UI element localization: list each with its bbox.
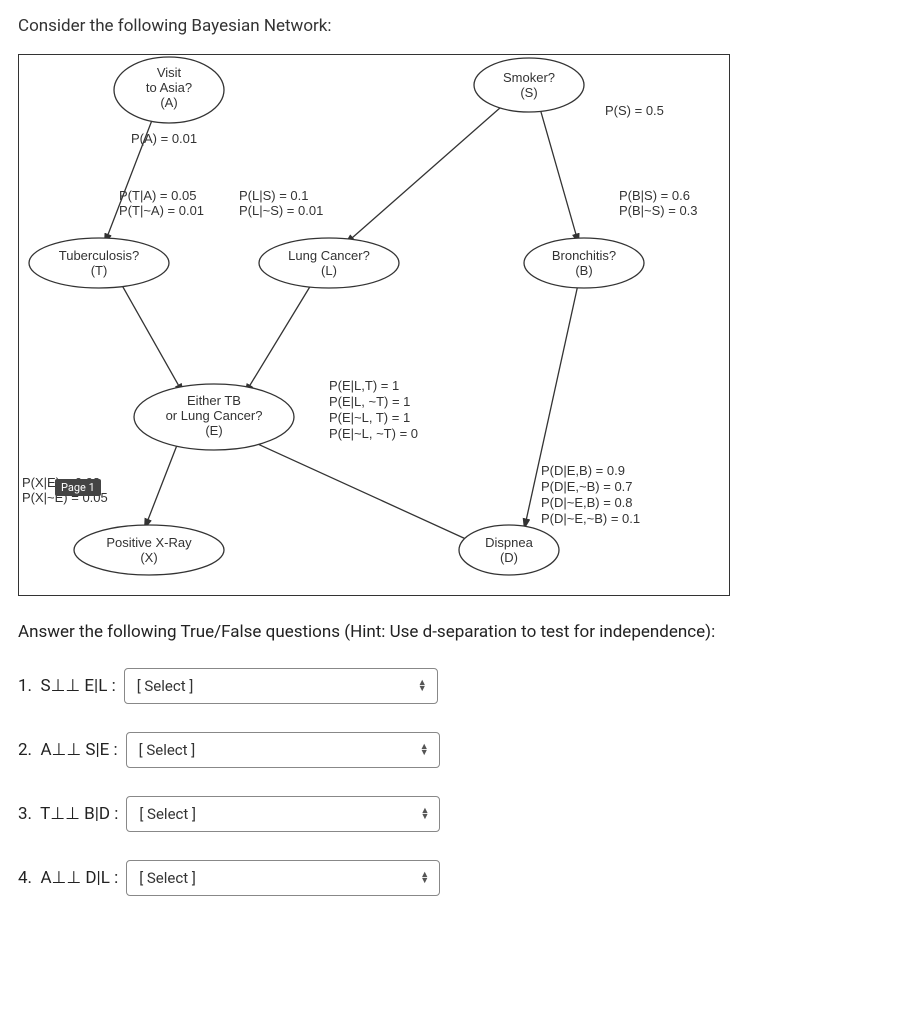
select-placeholder: [ Select ] — [139, 805, 196, 823]
select-placeholder: [ Select ] — [139, 741, 196, 759]
svg-text:Either TB: Either TB — [187, 393, 241, 408]
question-3-row: 3. T⊥⊥ B|D : [ Select ] ▲▼ — [18, 796, 893, 832]
svg-text:P(B|S) = 0.6: P(B|S) = 0.6 — [619, 188, 690, 203]
svg-text:Smoker?: Smoker? — [503, 70, 555, 85]
svg-text:P(S) = 0.5: P(S) = 0.5 — [605, 103, 664, 118]
question-1-select[interactable]: [ Select ] ▲▼ — [124, 668, 438, 704]
stepper-icon: ▲▼ — [418, 680, 427, 692]
svg-text:P(D|E,~B) = 0.7: P(D|E,~B) = 0.7 — [541, 479, 633, 494]
svg-text:Lung Cancer?: Lung Cancer? — [288, 248, 370, 263]
svg-text:(D): (D) — [500, 550, 518, 565]
svg-text:Tuberculosis?: Tuberculosis? — [59, 248, 139, 263]
svg-text:or Lung Cancer?: or Lung Cancer? — [166, 408, 263, 423]
svg-text:(X): (X) — [140, 550, 157, 565]
prompt-text: Consider the following Bayesian Network: — [18, 16, 893, 36]
bayesian-network-diagram: Page 1 — [18, 54, 730, 596]
question-3-select[interactable]: [ Select ] ▲▼ — [126, 796, 440, 832]
svg-text:P(L|~S) = 0.01: P(L|~S) = 0.01 — [239, 203, 323, 218]
svg-text:P(D|E,B) = 0.9: P(D|E,B) = 0.9 — [541, 463, 625, 478]
svg-text:P(T|~A) = 0.01: P(T|~A) = 0.01 — [119, 203, 204, 218]
svg-text:P(T|A) = 0.05: P(T|A) = 0.05 — [119, 188, 196, 203]
select-placeholder: [ Select ] — [137, 677, 194, 695]
svg-text:P(E|~L, T) = 1: P(E|~L, T) = 1 — [329, 410, 410, 425]
question-4-label: 4. A⊥⊥ D|L : — [18, 868, 118, 888]
stepper-icon: ▲▼ — [420, 808, 429, 820]
svg-text:to Asia?: to Asia? — [146, 80, 192, 95]
stepper-icon: ▲▼ — [420, 872, 429, 884]
svg-text:Dispnea: Dispnea — [485, 535, 533, 550]
svg-text:P(E|L,T) = 1: P(E|L,T) = 1 — [329, 378, 399, 393]
select-placeholder: [ Select ] — [139, 869, 196, 887]
svg-text:(S): (S) — [520, 85, 537, 100]
svg-text:(L): (L) — [321, 263, 337, 278]
question-2-label: 2. A⊥⊥ S|E : — [18, 740, 118, 760]
svg-text:P(D|~E,~B) = 0.1: P(D|~E,~B) = 0.1 — [541, 511, 640, 526]
svg-text:P(E|L, ~T) = 1: P(E|L, ~T) = 1 — [329, 394, 410, 409]
svg-text:P(D|~E,B) = 0.8: P(D|~E,B) = 0.8 — [541, 495, 633, 510]
svg-text:Bronchitis?: Bronchitis? — [552, 248, 616, 263]
svg-text:Positive X-Ray: Positive X-Ray — [106, 535, 192, 550]
question-2-row: 2. A⊥⊥ S|E : [ Select ] ▲▼ — [18, 732, 893, 768]
svg-text:P(E|~L, ~T) = 0: P(E|~L, ~T) = 0 — [329, 426, 418, 441]
question-2-select[interactable]: [ Select ] ▲▼ — [126, 732, 440, 768]
question-4-select[interactable]: [ Select ] ▲▼ — [126, 860, 440, 896]
svg-text:(E): (E) — [205, 423, 222, 438]
stepper-icon: ▲▼ — [420, 744, 429, 756]
svg-text:P(L|S) = 0.1: P(L|S) = 0.1 — [239, 188, 309, 203]
question-1-label: 1. S⊥⊥ E|L : — [18, 676, 116, 696]
svg-text:(A): (A) — [160, 95, 177, 110]
question-3-label: 3. T⊥⊥ B|D : — [18, 804, 118, 824]
svg-text:(B): (B) — [575, 263, 592, 278]
svg-text:P(A) = 0.01: P(A) = 0.01 — [131, 131, 197, 146]
svg-text:Visit: Visit — [157, 65, 182, 80]
question-4-row: 4. A⊥⊥ D|L : [ Select ] ▲▼ — [18, 860, 893, 896]
svg-text:P(B|~S) = 0.3: P(B|~S) = 0.3 — [619, 203, 698, 218]
answer-prompt: Answer the following True/False question… — [18, 622, 893, 642]
svg-text:(T): (T) — [91, 263, 108, 278]
question-1-row: 1. S⊥⊥ E|L : [ Select ] ▲▼ — [18, 668, 893, 704]
page-marker: Page 1 — [55, 479, 101, 496]
